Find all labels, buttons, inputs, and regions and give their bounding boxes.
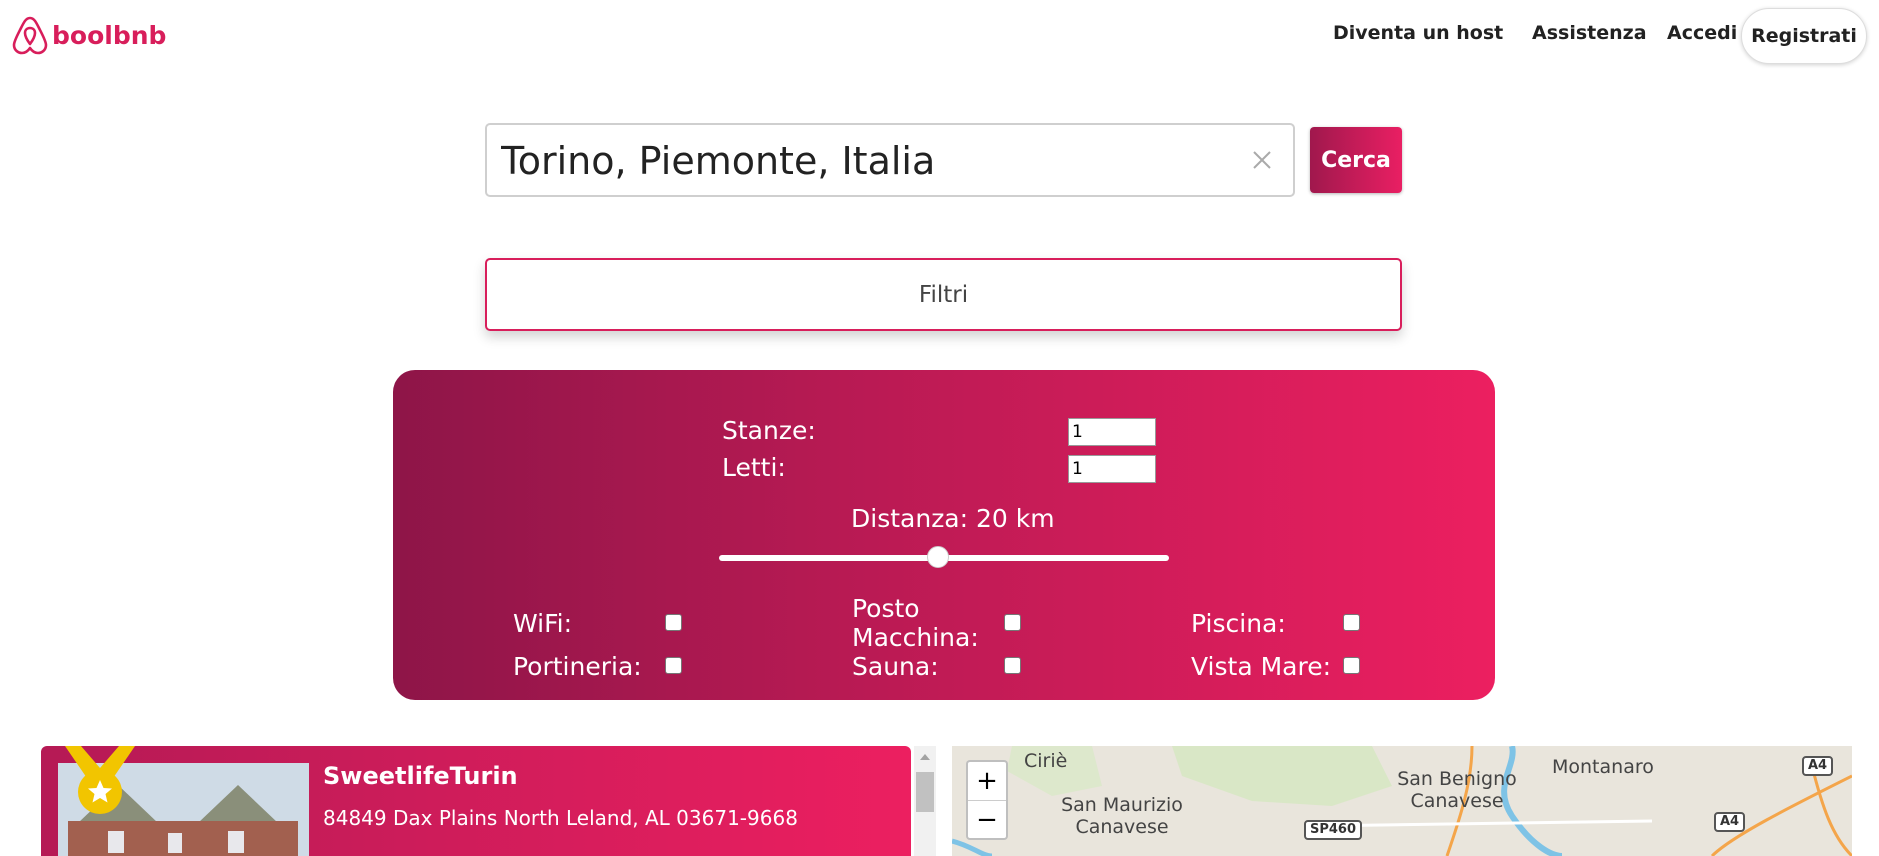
sea-view-checkbox[interactable] — [1343, 657, 1360, 674]
map-label-san-benigno: San Benigno Canavese — [1397, 768, 1517, 812]
map[interactable]: Ciriè San Maurizio Canavese San Benigno … — [952, 746, 1852, 856]
logo[interactable]: boolbnb — [10, 14, 166, 56]
register-label: Registrati — [1751, 25, 1857, 47]
nav-login[interactable]: Accedi — [1667, 22, 1737, 44]
filters-toggle-label: Filtri — [918, 281, 969, 308]
concierge-label: Portineria: — [513, 652, 642, 681]
distance-label: Distanza: 20 km — [851, 504, 1055, 533]
beds-label: Letti: — [722, 453, 786, 482]
filters-toggle-button[interactable]: Filtri — [485, 258, 1402, 331]
nav-become-host[interactable]: Diventa un host — [1333, 22, 1503, 44]
listing-address: 84849 Dax Plains North Leland, AL 03671-… — [323, 806, 798, 830]
wifi-checkbox[interactable] — [665, 614, 682, 631]
road-shield-sp460: SP460 — [1304, 820, 1363, 840]
road-shield-a4-top: A4 — [1802, 756, 1834, 776]
logo-text: boolbnb — [52, 20, 167, 50]
clear-icon[interactable] — [1249, 147, 1275, 173]
map-label-montanaro: Montanaro — [1552, 756, 1654, 778]
zoom-in-button[interactable]: + — [968, 762, 1006, 801]
beds-input[interactable] — [1068, 455, 1156, 483]
search-button-label: Cerca — [1321, 147, 1391, 173]
parking-label: Posto Macchina: — [852, 594, 979, 652]
rooms-input[interactable] — [1068, 418, 1156, 446]
sea-view-label: Vista Mare: — [1191, 652, 1332, 681]
nav-help[interactable]: Assistenza — [1532, 22, 1647, 44]
listing-card[interactable]: SweetlifeTurin 84849 Dax Plains North Le… — [41, 746, 911, 856]
wifi-label: WiFi: — [513, 609, 573, 638]
sauna-label: Sauna: — [852, 652, 939, 681]
map-label-cirie: Ciriè — [1024, 750, 1068, 772]
results-scrollbar[interactable] — [914, 746, 936, 856]
zoom-out-button[interactable]: − — [968, 801, 1006, 839]
pool-label: Piscina: — [1191, 609, 1286, 638]
medal-icon — [65, 746, 135, 814]
search-button[interactable]: Cerca — [1310, 127, 1402, 193]
search-input[interactable] — [501, 135, 1221, 187]
airbnb-logo-icon — [12, 16, 48, 55]
search-field — [485, 123, 1295, 197]
map-label-san-maurizio: San Maurizio Canavese — [1061, 794, 1183, 838]
scroll-up-arrow-icon[interactable] — [920, 754, 930, 760]
pool-checkbox[interactable] — [1343, 614, 1360, 631]
scrollbar-thumb[interactable] — [916, 772, 934, 812]
parking-checkbox[interactable] — [1004, 614, 1021, 631]
sauna-checkbox[interactable] — [1004, 657, 1021, 674]
register-button[interactable]: Registrati — [1741, 8, 1867, 64]
concierge-checkbox[interactable] — [665, 657, 682, 674]
rooms-label: Stanze: — [722, 416, 816, 445]
listing-title: SweetlifeTurin — [323, 762, 518, 790]
map-zoom-control: + − — [966, 760, 1008, 840]
road-shield-a4-bottom: A4 — [1714, 812, 1746, 832]
distance-slider-thumb[interactable] — [927, 546, 949, 568]
